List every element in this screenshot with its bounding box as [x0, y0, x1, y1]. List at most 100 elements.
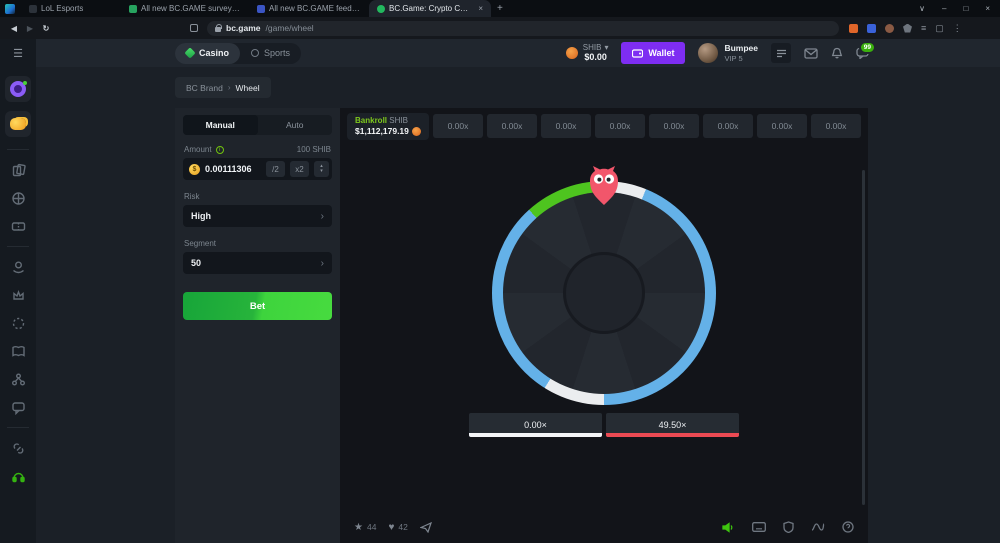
sidebar-item-rewards[interactable] — [5, 111, 31, 137]
reload-icon[interactable]: ↻ — [38, 24, 54, 33]
breadcrumb: BC Brand › Wheel — [175, 77, 271, 98]
hotkeys-button[interactable] — [752, 522, 766, 532]
back-icon[interactable]: ◀ — [6, 24, 22, 33]
history-multiplier-button[interactable]: 0.00x — [649, 114, 699, 138]
tab-auto[interactable]: Auto — [258, 115, 333, 135]
tab-manual[interactable]: Manual — [183, 115, 258, 135]
window-menu-icon[interactable]: ∨ — [919, 4, 925, 13]
shib-coin-icon — [412, 127, 421, 136]
window-close-icon[interactable]: × — [985, 4, 990, 13]
sidebar-item-affiliate[interactable] — [11, 372, 26, 387]
browser-menu-icon[interactable]: ⋮ — [953, 23, 962, 34]
result-low-value: 0.00× — [524, 420, 547, 430]
speaker-icon — [722, 522, 735, 533]
history-multiplier-button[interactable]: 0.00x — [757, 114, 807, 138]
extension-icon-1[interactable] — [849, 24, 858, 33]
site-header: Casino Sports SHIB ▾ $0.00 Wallet Bumpe — [36, 39, 1000, 67]
browser-tab-1[interactable]: LoL Esports — [21, 0, 121, 17]
url-bar[interactable]: bc.game/game/wheel — [207, 21, 839, 36]
star-icon[interactable]: ★ — [354, 522, 363, 533]
forward-icon[interactable]: ▶ — [22, 24, 38, 33]
chevron-right-icon: › — [228, 83, 231, 92]
sidebar-menu-icon[interactable]: ☰ — [13, 47, 23, 60]
history-multiplier-button[interactable]: 0.00x — [703, 114, 753, 138]
sidebar-item-casino[interactable] — [11, 163, 26, 178]
browser-profile-icon[interactable] — [5, 4, 15, 14]
side-panel-icon[interactable]: ▢ — [935, 23, 944, 34]
info-icon[interactable]: i — [216, 146, 224, 154]
share-button[interactable] — [420, 522, 432, 533]
new-tab-button[interactable]: + — [497, 3, 503, 14]
browser-nav-bar: ◀ ▶ ↻ bc.game/game/wheel ≡ ▢ ⋮ — [0, 17, 1000, 39]
half-bet-button[interactable]: /2 — [266, 161, 285, 177]
browser-tab-active[interactable]: BC.Game: Crypto Casino Games & × — [369, 0, 491, 17]
sidebar-item-promotions[interactable] — [5, 76, 31, 102]
history-multiplier-button[interactable]: 0.00x — [541, 114, 591, 138]
avatar — [698, 43, 718, 63]
double-bet-button[interactable]: x2 — [290, 161, 309, 177]
sidebar-item-support[interactable] — [11, 469, 26, 484]
history-multiplier-button[interactable]: 0.00x — [595, 114, 645, 138]
lock-icon — [215, 27, 221, 32]
extension-icon-2[interactable] — [867, 24, 876, 33]
browser-tab-2[interactable]: All new BC.GAME survey & feedback — [121, 0, 249, 17]
likes-count[interactable]: ♥ 42 — [388, 522, 407, 533]
amount-label: Amount — [184, 145, 212, 154]
extension-icon-3[interactable] — [885, 24, 894, 33]
sidebar-item-forum[interactable] — [11, 400, 26, 415]
window-minimize-icon[interactable]: – — [942, 4, 946, 13]
tab-sports[interactable]: Sports — [240, 43, 301, 64]
bookmark-icon[interactable] — [190, 24, 198, 32]
segment-select[interactable]: 50 › — [183, 252, 332, 274]
inbox-button[interactable] — [804, 48, 818, 59]
sidebar-item-staking[interactable] — [11, 260, 26, 275]
sidebar-item-links[interactable] — [11, 441, 26, 456]
chat-button[interactable]: 99 — [856, 47, 869, 59]
sidebar-item-sports[interactable] — [11, 191, 26, 206]
tab-casino[interactable]: Casino — [175, 43, 240, 64]
tab-close-icon[interactable]: × — [478, 4, 483, 13]
favorites-count[interactable]: ★ 44 — [354, 522, 376, 533]
sidebar-item-vip[interactable] — [11, 288, 26, 303]
bet-button[interactable]: Bet — [183, 292, 332, 320]
amount-input-group: $ /2 x2 ▴ ▾ — [183, 158, 332, 180]
risk-select[interactable]: High › — [183, 205, 332, 227]
user-profile[interactable]: Bumpee VIP 5 — [698, 43, 758, 63]
amount-stepper[interactable]: ▴ ▾ — [314, 161, 329, 177]
notifications-button[interactable] — [831, 47, 843, 59]
wallet-label: Wallet — [648, 48, 674, 58]
wallet-button[interactable]: Wallet — [621, 42, 685, 64]
site-sidebar: ☰ — [0, 39, 36, 543]
sidebar-item-guide[interactable] — [11, 344, 26, 359]
segment-value: 50 — [191, 258, 201, 268]
sound-button[interactable] — [722, 522, 735, 533]
breadcrumb-parent[interactable]: BC Brand — [186, 83, 223, 93]
trends-button[interactable] — [811, 522, 825, 532]
history-multiplier-button[interactable]: 0.00x — [487, 114, 537, 138]
history-multiplier-button[interactable]: 0.00x — [433, 114, 483, 138]
browser-tab-3[interactable]: All new BC.GAME feedback — [249, 0, 369, 17]
sidebar-item-bonus[interactable] — [11, 316, 26, 331]
currency-balance: $0.00 — [584, 52, 607, 62]
history-multiplier-button[interactable]: 0.00x — [811, 114, 861, 138]
fairness-button[interactable] — [783, 521, 794, 533]
window-restore-icon[interactable]: □ — [963, 4, 968, 13]
sidebar-item-lottery[interactable] — [11, 219, 26, 234]
bankroll-currency: SHIB — [389, 116, 408, 125]
shib-coin-icon — [566, 47, 578, 59]
currency-selector[interactable]: SHIB ▾ $0.00 — [566, 43, 609, 63]
page-content: BC Brand › Wheel Manual Auto Amount i 10… — [36, 67, 1000, 543]
transactions-button[interactable] — [771, 43, 791, 63]
game-scrollbar[interactable] — [862, 170, 865, 505]
result-bars: 0.00× 49.50× — [340, 413, 868, 437]
tab-favicon — [257, 5, 265, 13]
extensions-puzzle-icon[interactable] — [903, 24, 912, 33]
casino-sports-toggle: Casino Sports — [175, 43, 301, 64]
wheel — [492, 181, 716, 405]
amount-input[interactable] — [205, 164, 261, 174]
reading-list-icon[interactable]: ≡ — [921, 23, 926, 33]
step-down-icon[interactable]: ▾ — [320, 169, 323, 175]
help-button[interactable] — [842, 521, 854, 533]
sidebar-divider — [7, 427, 29, 428]
heart-icon[interactable]: ♥ — [388, 522, 394, 533]
